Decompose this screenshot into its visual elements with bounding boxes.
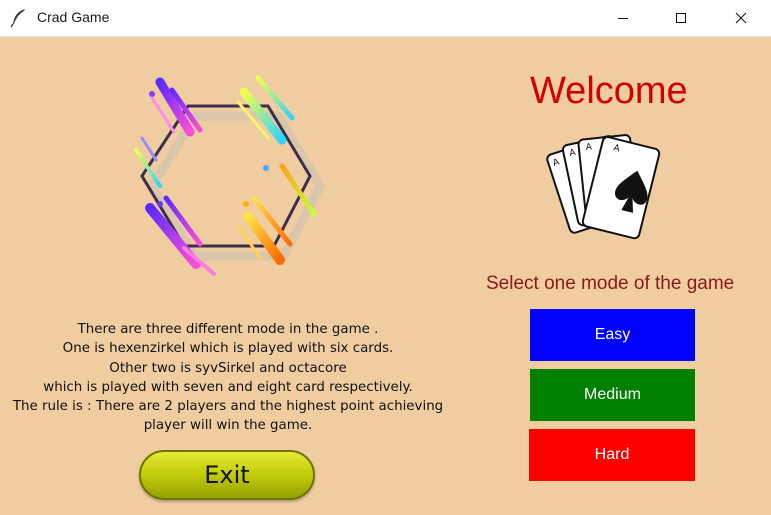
game-description: There are three different mode in the ga… [10,320,446,436]
exit-button[interactable]: Exit [139,450,315,500]
title-bar[interactable]: Crad Game [0,0,771,37]
description-line: One is hexenzirkel which is played with … [62,341,394,357]
exit-button-label: Exit [204,461,250,489]
close-icon [735,12,746,24]
description-line: which is played with seven and eight car… [43,379,413,395]
easy-button-label: Easy [594,326,631,343]
window-title: Crad Game [37,9,110,25]
medium-button[interactable]: Medium [530,369,695,421]
medium-button-label: Medium [584,386,641,403]
minimize-icon [618,18,628,19]
app-window: Crad Game Welcome A A A A Select one mod… [0,0,771,515]
description-line: The rule is : There are 2 players and th… [12,399,444,415]
description-line: Other two is syvSirkel and octacore [109,360,347,376]
feather-icon [10,9,25,28]
welcome-heading: Welcome [530,70,688,112]
minimize-button[interactable] [594,0,652,36]
maximize-icon [676,13,686,23]
hard-button-label: Hard [594,446,630,463]
select-mode-label: Select one mode of the game [486,273,735,294]
main-content: Welcome A A A A Select one mode of the g… [0,36,771,515]
description-line: There are three different mode in the ga… [77,322,379,337]
close-button[interactable] [710,0,771,36]
hexagon-logo [134,75,326,276]
hard-button[interactable]: Hard [529,429,695,481]
playing-cards-icon: A A A A [546,134,661,240]
maximize-button[interactable] [652,0,710,36]
easy-button[interactable]: Easy [530,309,695,361]
description-line: player will win the game. [143,418,313,434]
